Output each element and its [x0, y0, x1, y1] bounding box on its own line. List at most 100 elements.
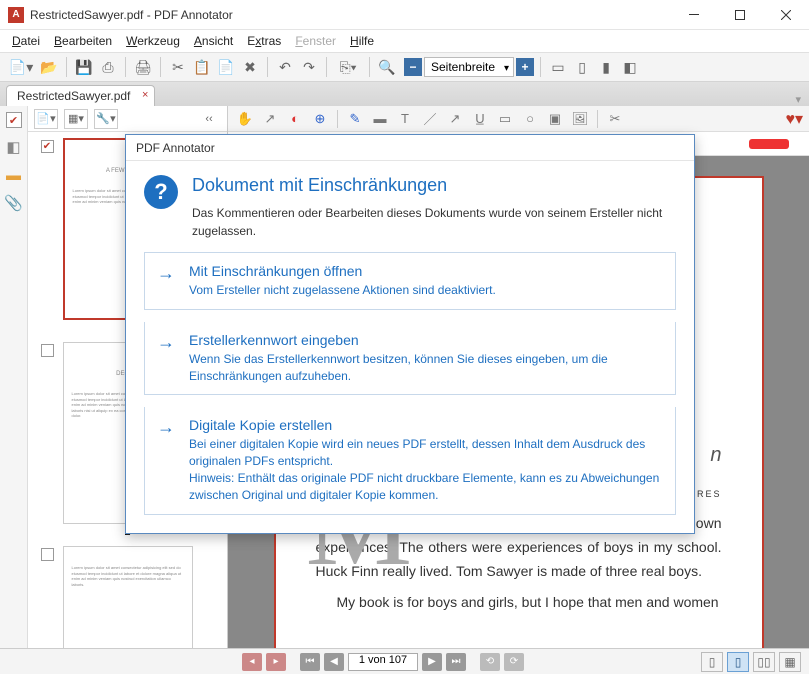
tab-label: RestrictedSawyer.pdf — [17, 89, 130, 103]
redo-button[interactable]: ↷ — [298, 56, 320, 78]
notes-icon[interactable]: ▬ — [5, 166, 23, 184]
menu-bar: Datei Bearbeiten Werkzeug Ansicht Extras… — [0, 30, 809, 52]
zoom-select[interactable]: Seitenbreite — [424, 57, 514, 77]
thumb-add-button[interactable]: 📄▾ — [34, 109, 58, 129]
nav-prev-annotation[interactable]: ◂ — [242, 653, 262, 671]
view-facing-cont-button[interactable]: ▦ — [779, 652, 801, 672]
favorites-button[interactable]: ♥▾ — [785, 109, 803, 129]
attachments-icon[interactable]: 📎 — [5, 194, 23, 212]
option-3-desc: Bei einer digitalen Kopie wird ein neues… — [189, 436, 663, 503]
delete-button[interactable]: ✖ — [239, 56, 261, 78]
option-2-desc: Wenn Sie das Erstellerkennwort besitzen,… — [189, 351, 663, 385]
arrow-tool-button[interactable]: ↗ — [259, 108, 281, 130]
nav-first-page[interactable]: ⏮ — [300, 653, 320, 671]
brush-preview — [749, 139, 789, 149]
window-title: RestrictedSawyer.pdf - PDF Annotator — [30, 8, 671, 22]
nav-last-page[interactable]: ⏭ — [446, 653, 466, 671]
maximize-icon — [735, 10, 745, 20]
view-facing-button[interactable]: ▯▯ — [753, 652, 775, 672]
option-1-desc: Vom Ersteller nicht zugelassene Aktionen… — [189, 282, 663, 299]
option-open-restricted[interactable]: → Mit Einschränkungen öffnen Vom Erstell… — [144, 252, 676, 310]
menu-extras[interactable]: Extras — [241, 32, 287, 50]
nav-next-page[interactable]: ▶ — [422, 653, 442, 671]
view-single-button[interactable]: ▯ — [701, 652, 723, 672]
cut-button[interactable]: ✂ — [167, 56, 189, 78]
zoom-in-button[interactable]: + — [516, 58, 534, 76]
menu-file[interactable]: Datei — [6, 32, 46, 50]
tab-overflow[interactable]: ▾ — [795, 93, 801, 106]
highlight-tool-button[interactable]: ▬ — [369, 108, 391, 130]
option-1-title: Mit Einschränkungen öffnen — [189, 263, 663, 279]
arrow-icon: → — [157, 263, 175, 284]
menu-window[interactable]: Fenster — [289, 32, 342, 50]
nav-bar: ◂ ▸ ⏮ ◀ 1 von 107 ▶ ⏭ ⟲ ⟳ ▯ ▯ ▯▯ ▦ — [0, 648, 809, 674]
option-2-title: Erstellerkennwort eingeben — [189, 332, 663, 348]
question-icon: ? — [144, 175, 178, 209]
dialog-title: PDF Annotator — [126, 135, 694, 161]
menu-view[interactable]: Ansicht — [188, 32, 239, 50]
nav-prev-page[interactable]: ◀ — [324, 653, 344, 671]
page-input[interactable]: 1 von 107 — [348, 653, 418, 671]
paste-button[interactable]: 📄 — [215, 56, 237, 78]
undo-button[interactable]: ↶ — [274, 56, 296, 78]
eraser-tool-button[interactable]: ◐ — [284, 108, 306, 130]
save-button[interactable]: 💾 — [73, 56, 95, 78]
zoom-out-button[interactable]: − — [404, 58, 422, 76]
open-button[interactable]: 📂 — [38, 56, 60, 78]
arrow-shape-button[interactable]: ↗ — [444, 108, 466, 130]
page-ops-button[interactable]: ⎘▾ — [333, 56, 363, 78]
option-3-title: Digitale Kopie erstellen — [189, 417, 663, 433]
thumb-settings-button[interactable]: 🔧▾ — [94, 109, 118, 129]
snapshot-button[interactable]: ✂ — [604, 108, 626, 130]
minimize-icon — [689, 14, 699, 15]
menu-help[interactable]: Hilfe — [344, 32, 380, 50]
save-as-button[interactable]: ⎙ — [97, 56, 119, 78]
nav-next-annotation[interactable]: ▸ — [266, 653, 286, 671]
menu-edit[interactable]: Bearbeiten — [48, 32, 118, 50]
nav-forward[interactable]: ⟳ — [504, 653, 524, 671]
main-toolbar: 📄▾ 📂 💾 ⎙ 🖨 ✂ 📋 📄 ✖ ↶ ↷ ⎘▾ 🔍 − Seitenbrei… — [0, 52, 809, 82]
minimize-button[interactable] — [671, 0, 717, 30]
option-digital-copy[interactable]: → Digitale Kopie erstellen Bei einer dig… — [144, 407, 676, 514]
maximize-button[interactable] — [717, 0, 763, 30]
view-continuous-button[interactable]: ▯ — [727, 652, 749, 672]
search-button[interactable]: 🔍 — [376, 56, 398, 78]
thumbnail-3[interactable]: Lorem ipsum dolor sit amet consectetur a… — [63, 546, 193, 648]
text-tool-button[interactable]: T — [394, 108, 416, 130]
stamp-tool-button[interactable]: ▣ — [544, 108, 566, 130]
title-bar: A RestrictedSawyer.pdf - PDF Annotator — [0, 0, 809, 30]
thumb-3-checkbox[interactable] — [41, 548, 54, 561]
new-doc-button[interactable]: 📄▾ — [6, 56, 36, 78]
pen-tool-button[interactable]: ✎ — [344, 108, 366, 130]
arrow-icon: → — [157, 417, 175, 438]
fullscreen-button[interactable]: ◧ — [619, 56, 641, 78]
thumb-1-checkbox[interactable]: ✔ — [41, 140, 54, 153]
document-tab[interactable]: RestrictedSawyer.pdf × — [6, 85, 155, 106]
line-tool-button[interactable]: ／ — [419, 108, 441, 130]
print-button[interactable]: 🖨 — [132, 56, 154, 78]
layout-single-button[interactable]: ▭ — [547, 56, 569, 78]
ellipse-tool-button[interactable]: ○ — [519, 108, 541, 130]
rect-tool-button[interactable]: ▭ — [494, 108, 516, 130]
app-icon: A — [8, 7, 24, 23]
layout-facing-button[interactable]: ▮ — [595, 56, 617, 78]
edit-toolbar: ✋ ↗ ◐ ⊕ ✎ ▬ T ／ ↗ U̲ ▭ ○ ▣ 🖼 ✂ ♥▾ — [228, 106, 809, 132]
dialog-subtitle: Das Kommentieren oder Bearbeiten dieses … — [192, 204, 676, 240]
thumb-2-checkbox[interactable] — [41, 344, 54, 357]
copy-button[interactable]: 📋 — [191, 56, 213, 78]
nav-back[interactable]: ⟲ — [480, 653, 500, 671]
layout-continuous-button[interactable]: ▯ — [571, 56, 593, 78]
thumb-collapse-button[interactable]: ‹‹ — [197, 109, 221, 129]
target-tool-button[interactable]: ⊕ — [309, 108, 331, 130]
selection-toggle[interactable]: ✔ — [6, 112, 22, 128]
close-button[interactable] — [763, 0, 809, 30]
menu-tool[interactable]: Werkzeug — [120, 32, 186, 50]
option-enter-password[interactable]: → Erstellerkennwort eingeben Wenn Sie da… — [144, 322, 676, 396]
pan-tool-button[interactable]: ✋ — [234, 108, 256, 130]
thumbnails-toolbar: 📄▾ ▦▾ 🔧▾ ‹‹ — [28, 106, 227, 132]
image-tool-button[interactable]: 🖼 — [569, 108, 591, 130]
tab-close-icon[interactable]: × — [142, 89, 148, 101]
thumb-view-button[interactable]: ▦▾ — [64, 109, 88, 129]
bookmarks-icon[interactable]: ◧ — [5, 138, 23, 156]
underline-button[interactable]: U̲ — [469, 108, 491, 130]
